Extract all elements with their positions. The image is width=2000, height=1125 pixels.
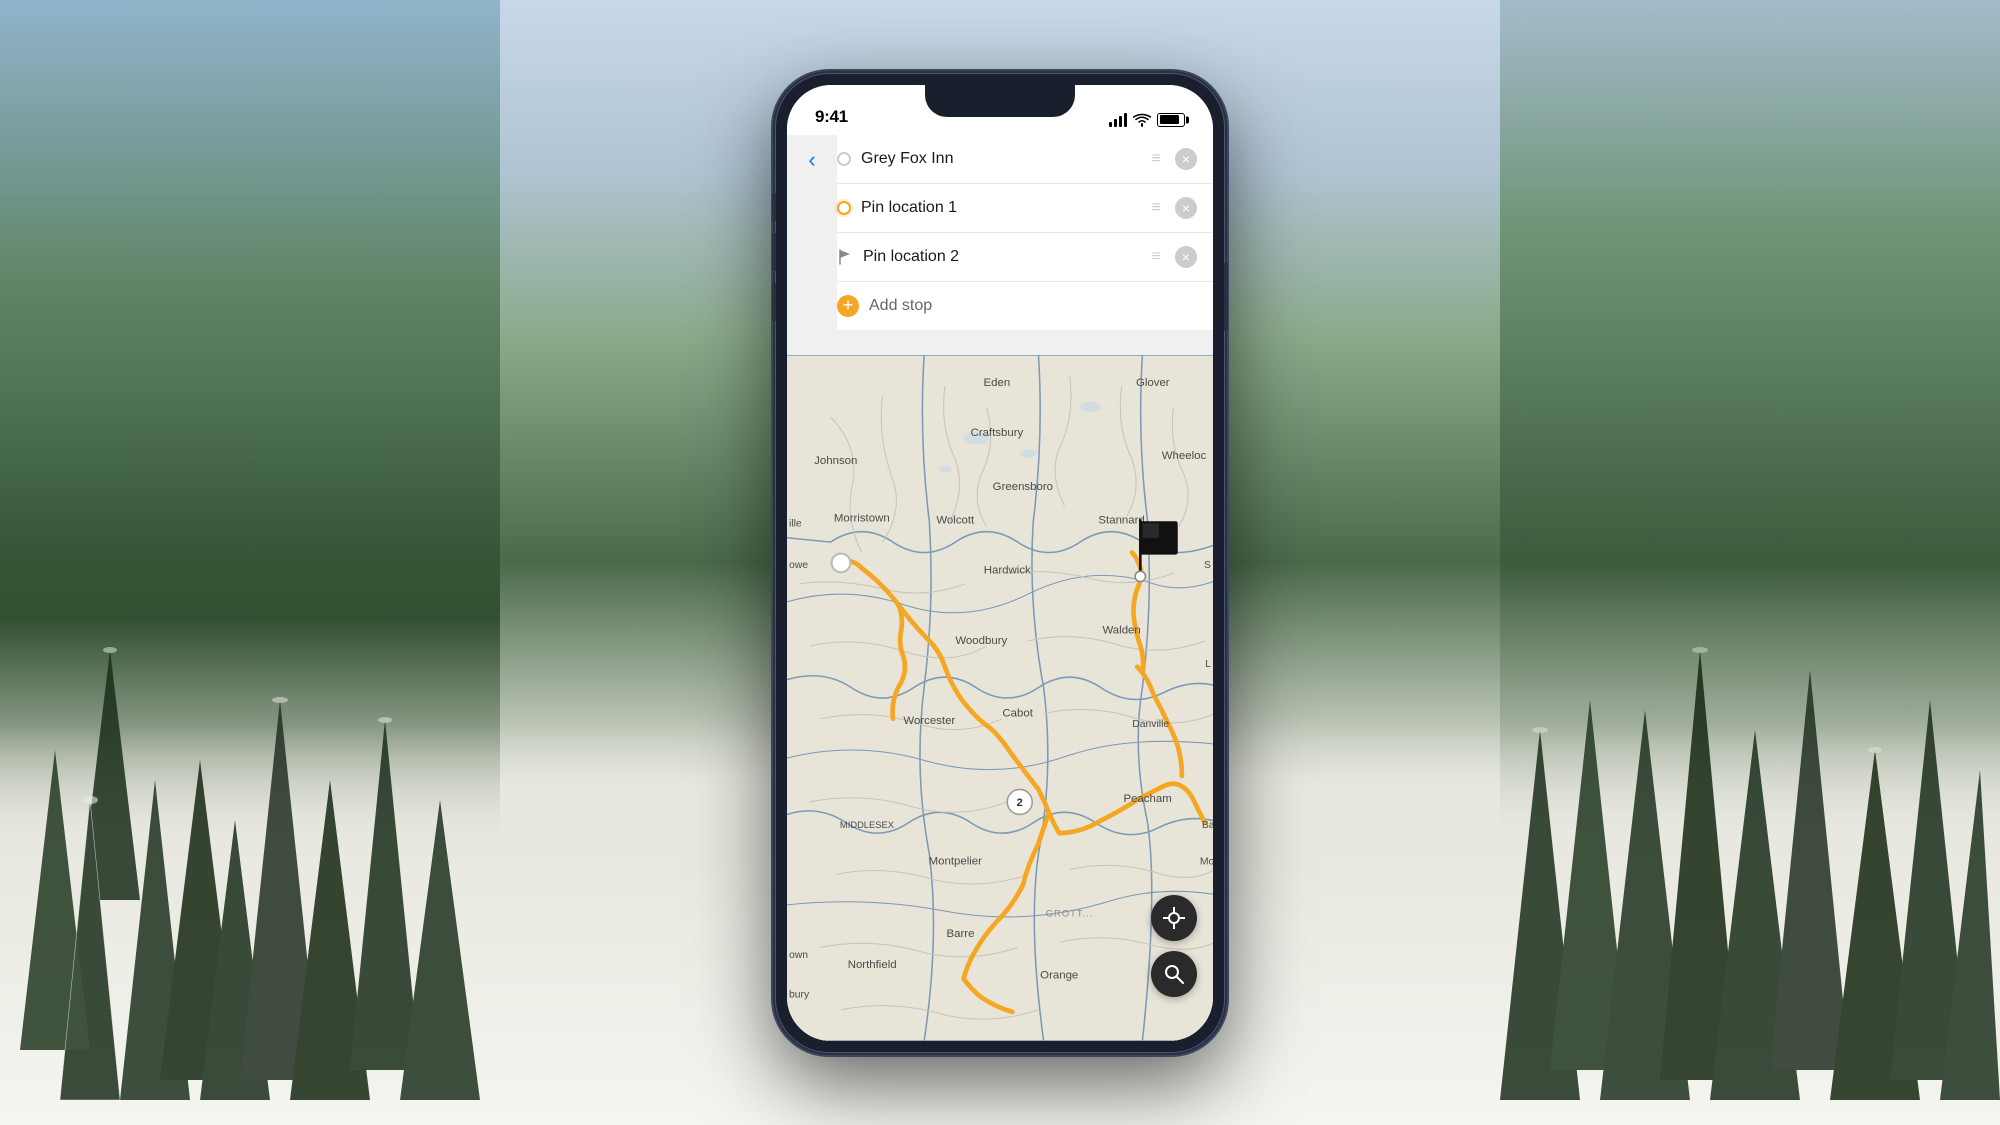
volume-down-button[interactable] (772, 283, 776, 321)
status-time: 9:41 (815, 107, 848, 127)
signal-icon (1109, 113, 1127, 127)
svg-text:Wolcott: Wolcott (936, 514, 975, 526)
stop-1-dot (837, 152, 851, 166)
silent-switch (772, 193, 776, 221)
search-button[interactable] (1151, 951, 1197, 997)
svg-text:Woodbury: Woodbury (955, 634, 1007, 646)
crosshair-icon (1163, 907, 1185, 929)
add-stop-row[interactable]: + Add stop (837, 282, 1213, 330)
svg-text:Glover: Glover (1136, 377, 1170, 389)
svg-text:Mon: Mon (1200, 856, 1213, 867)
stop-1-label: Grey Fox Inn (861, 150, 1138, 168)
notch (925, 85, 1075, 117)
wifi-icon (1133, 113, 1151, 127)
svg-text:Greensboro: Greensboro (993, 481, 1053, 493)
battery-icon (1157, 113, 1185, 127)
status-icons (1109, 113, 1185, 127)
map-svg: 2 Eden Glover Johnson Craftsbury Morrist… (787, 355, 1213, 1041)
svg-text:Wheeloc: Wheeloc (1162, 449, 1207, 461)
route-stop-1[interactable]: Grey Fox Inn ≡ × (837, 135, 1213, 184)
svg-text:Morristown: Morristown (834, 512, 890, 524)
svg-text:Montpelier: Montpelier (929, 855, 983, 867)
stop-3-label: Pin location 2 (863, 248, 1138, 266)
svg-text:Craftsbury: Craftsbury (971, 427, 1024, 439)
svg-text:GROTT...: GROTT... (1046, 908, 1094, 918)
back-button[interactable]: ‹ (787, 135, 837, 185)
stop-2-dot (837, 201, 851, 215)
svg-text:bury: bury (789, 989, 810, 1000)
right-trees-svg (1500, 150, 2000, 1100)
add-stop-label: Add stop (869, 297, 932, 315)
route-stop-3[interactable]: Pin location 2 ≡ × (837, 233, 1213, 282)
svg-text:owe: owe (789, 560, 808, 571)
stop-2-label: Pin location 1 (861, 199, 1138, 217)
stop-2-remove-button[interactable]: × (1175, 197, 1197, 219)
crosshair-button[interactable] (1151, 895, 1197, 941)
route-list: Grey Fox Inn ≡ × Pin location 1 ≡ × Pin … (837, 135, 1213, 330)
svg-text:Peacham: Peacham (1123, 792, 1171, 804)
svg-text:Walden: Walden (1102, 624, 1140, 636)
battery-fill (1160, 115, 1180, 124)
svg-text:Danville: Danville (1132, 719, 1169, 730)
signal-bar-1 (1109, 122, 1112, 127)
svg-text:Orange: Orange (1040, 969, 1078, 981)
back-arrow-icon: ‹ (808, 147, 815, 173)
svg-text:ille: ille (789, 518, 802, 529)
svg-text:Eden: Eden (984, 377, 1011, 389)
svg-text:Hardwick: Hardwick (984, 564, 1031, 576)
svg-text:Stannard: Stannard (1098, 514, 1144, 526)
svg-text:Barre: Barre (947, 928, 975, 940)
stop-2-drag-handle[interactable]: ≡ (1148, 199, 1165, 217)
left-trees-svg (0, 200, 480, 1100)
signal-bar-4 (1124, 113, 1127, 127)
svg-text:own: own (789, 949, 808, 960)
phone-screen: 9:41 (787, 85, 1213, 1041)
add-stop-icon: + (837, 295, 859, 317)
signal-bar-3 (1119, 116, 1122, 127)
phone-frame: 9:41 (775, 73, 1225, 1053)
svg-text:Johnson: Johnson (814, 455, 857, 467)
stop-3-remove-button[interactable]: × (1175, 246, 1197, 268)
power-button[interactable] (1224, 263, 1228, 331)
svg-text:2: 2 (1017, 797, 1023, 809)
stop-1-remove-button[interactable]: × (1175, 148, 1197, 170)
stop-1-drag-handle[interactable]: ≡ (1148, 150, 1165, 168)
stop-3-drag-handle[interactable]: ≡ (1148, 248, 1165, 266)
map-view[interactable]: 2 Eden Glover Johnson Craftsbury Morrist… (787, 355, 1213, 1041)
svg-text:MIDDLESEX: MIDDLESEX (840, 819, 895, 829)
svg-text:Northfield: Northfield (848, 959, 897, 971)
volume-up-button[interactable] (772, 233, 776, 271)
flag-icon (837, 249, 853, 265)
svg-text:S: S (1204, 560, 1211, 571)
search-icon (1164, 964, 1184, 984)
signal-bar-2 (1114, 119, 1117, 127)
route-stop-2[interactable]: Pin location 1 ≡ × (837, 184, 1213, 233)
svg-text:Worcester: Worcester (903, 714, 955, 726)
svg-text:Cabot: Cabot (1002, 707, 1033, 719)
svg-text:L: L (1205, 658, 1211, 669)
svg-text:Bar: Bar (1202, 819, 1213, 830)
